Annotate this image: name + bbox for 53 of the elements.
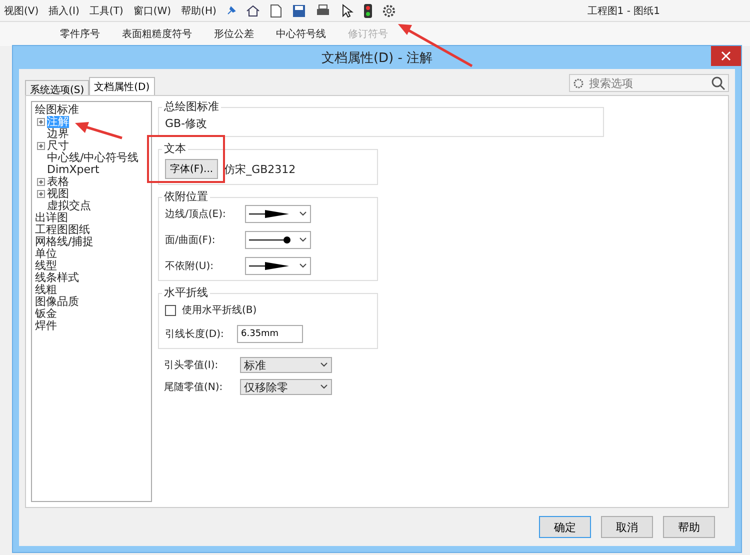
dialog-title: 文档属性(D) - 注解 [321, 50, 433, 66]
field-label: 不依附(U): [165, 260, 214, 273]
field-label: 边线/顶点(E): [165, 208, 227, 221]
font-button[interactable]: 字体(F)... [165, 159, 218, 179]
tree-item[interactable]: 焊件 [35, 320, 57, 332]
tree-item[interactable]: 钣金 [35, 308, 57, 320]
menu-item[interactable]: 插入(I) [48, 4, 80, 18]
length-input[interactable]: 6.35mm [237, 325, 303, 343]
tree-item[interactable]: 线型 [35, 260, 57, 272]
menu-item[interactable]: 工具(T) [89, 4, 124, 18]
search-input[interactable]: 搜索选项 [587, 76, 708, 90]
ribbon-command[interactable]: 中心符号线 [276, 27, 326, 41]
tree-item[interactable]: 工程图图纸 [35, 224, 90, 236]
ribbon-command[interactable]: 零件序号 [60, 27, 100, 41]
font-name: 仿宋_GB2312 [224, 162, 296, 176]
checkbox-label: 使用水平折线(B) [182, 304, 257, 317]
tab[interactable]: 文档属性(D) [89, 77, 155, 95]
tab[interactable]: 系统选项(S) [25, 80, 90, 95]
group-heading: 水平折线 [162, 285, 210, 300]
group-heading: 总绘图标准 [162, 99, 221, 114]
tree-item[interactable]: DimXpert [47, 164, 100, 176]
menu-item[interactable]: 窗口(W) [133, 4, 172, 18]
tree-item[interactable]: 线粗 [35, 284, 57, 296]
tree-item[interactable]: 边界 [47, 128, 69, 140]
dropdown[interactable]: 标准 [240, 357, 332, 373]
menu-item[interactable]: 视图(V) [4, 4, 39, 18]
tree-item[interactable]: 绘图标准 [35, 104, 79, 116]
tree-item[interactable]: 中心线/中心符号线 [47, 152, 139, 164]
tree-item[interactable]: 图像品质 [35, 296, 79, 308]
tree-item[interactable]: 视图 [47, 188, 69, 200]
search-box[interactable]: 搜索选项 [569, 74, 729, 92]
field-label: 引头零值(I): [164, 358, 220, 372]
tree-item[interactable]: 线条样式 [35, 272, 79, 284]
dialog-button[interactable]: 取消 [601, 516, 653, 538]
window-title: 工程图1 - 图纸1 [587, 4, 660, 18]
ribbon-command[interactable]: 表面粗糙度符号 [122, 27, 192, 41]
field-label: 尾随零值(N): [164, 381, 224, 394]
ribbon-command[interactable]: 形位公差 [214, 27, 254, 41]
tree-item[interactable]: 单位 [35, 248, 57, 260]
tree-item[interactable]: 虚拟交点 [47, 200, 91, 212]
tree-item[interactable]: 表格 [47, 176, 69, 188]
group-heading: 依附位置 [162, 189, 210, 204]
tree-item[interactable]: 出详图 [35, 212, 68, 224]
field-label: 面/曲面(F): [165, 234, 216, 247]
dialog-button[interactable]: 帮助 [663, 516, 715, 538]
standard-value: GB-修改 [165, 116, 208, 131]
group-heading: 文本 [162, 141, 188, 156]
tree-item[interactable]: 尺寸 [47, 140, 69, 152]
dialog-button[interactable]: 确定 [539, 516, 591, 538]
tree-item[interactable]: 网格线/捕捉 [35, 236, 94, 248]
field-label: 引线长度(D): [165, 328, 225, 341]
menu-item[interactable]: 帮助(H) [181, 4, 216, 18]
dropdown[interactable]: 仅移除零 [240, 379, 332, 395]
